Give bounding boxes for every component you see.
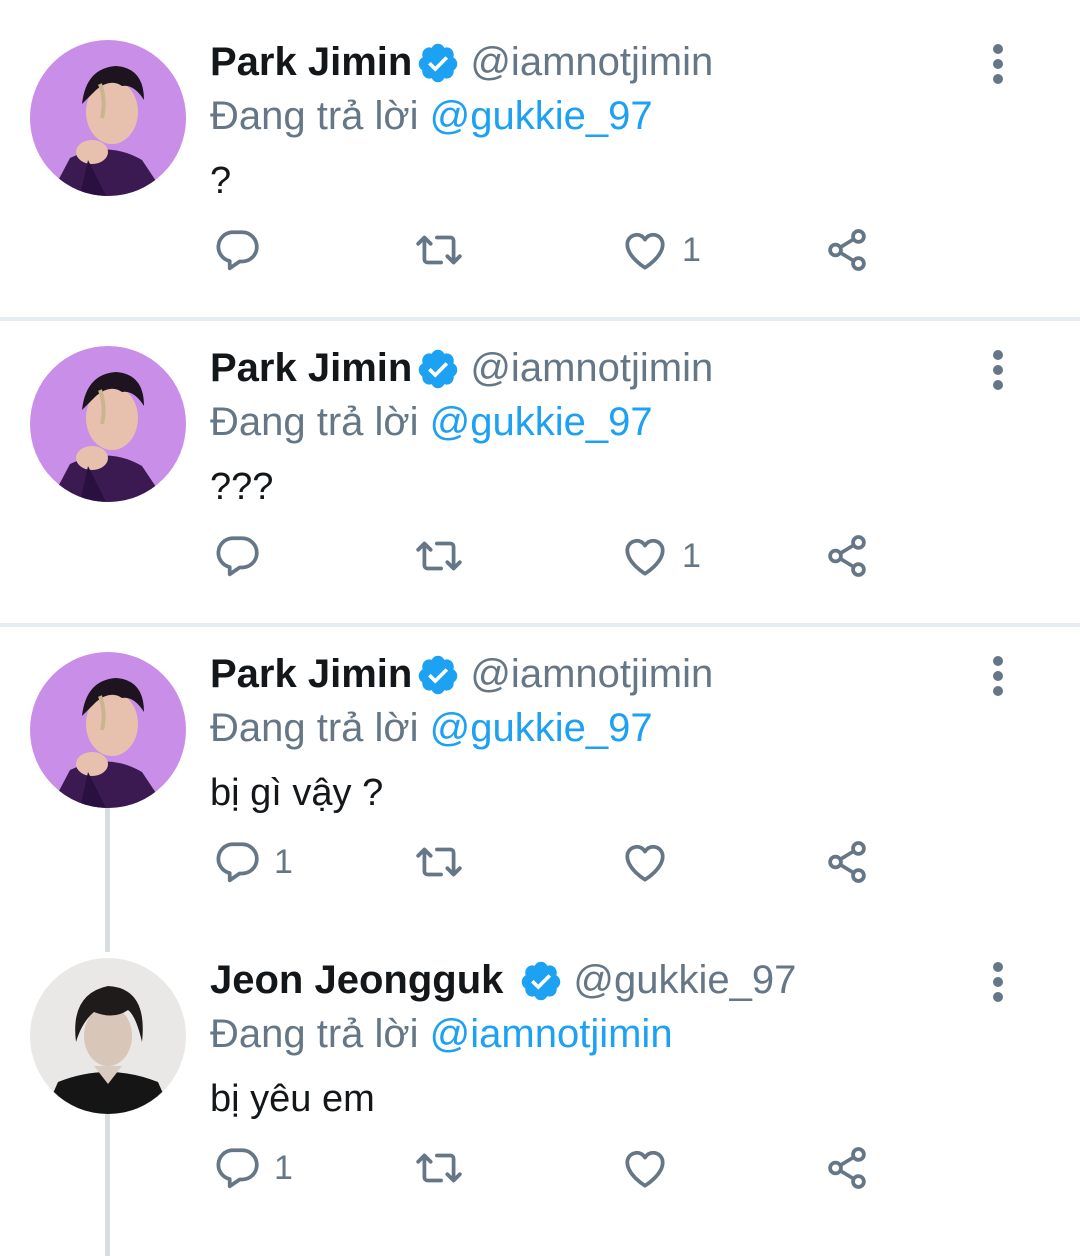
verified-badge-icon	[519, 959, 563, 1003]
verified-badge-icon	[416, 41, 460, 85]
reply-icon	[212, 531, 262, 581]
tweet[interactable]: Park Jimin @iamnotjimin Đang trả lời @guk…	[0, 612, 1080, 918]
tweet[interactable]: Jeon Jeongguk @gukkie_97 Đang trả lời @ia…	[0, 918, 1080, 1224]
tweet-header: Park Jimin @iamnotjimin	[210, 40, 713, 85]
heart-icon	[620, 531, 670, 581]
reply-count: 1	[274, 1148, 293, 1187]
retweet-button[interactable]	[414, 1140, 476, 1196]
share-button[interactable]	[822, 1140, 872, 1196]
share-button[interactable]	[822, 834, 872, 890]
heart-icon	[620, 225, 670, 275]
reply-button[interactable]: 1	[212, 834, 293, 890]
heart-icon	[620, 837, 670, 887]
retweet-button[interactable]	[414, 834, 476, 890]
tweet-header: Park Jimin @iamnotjimin	[210, 652, 713, 697]
retweet-icon	[414, 837, 464, 887]
tweet-actions: 1	[210, 834, 910, 890]
author-name[interactable]: Park Jimin	[210, 346, 412, 390]
reply-icon	[212, 225, 262, 275]
tweet-actions: 1	[210, 528, 910, 584]
share-icon	[822, 837, 872, 887]
like-button[interactable]: 1	[620, 222, 701, 278]
author-handle[interactable]: @iamnotjimin	[470, 40, 713, 84]
share-button[interactable]	[822, 222, 872, 278]
retweet-icon	[414, 225, 464, 275]
tweet-header: Park Jimin @iamnotjimin	[210, 346, 713, 391]
share-icon	[822, 225, 872, 275]
replying-to: Đang trả lời @gukkie_97	[210, 400, 653, 445]
verified-badge-icon	[416, 653, 460, 697]
author-handle[interactable]: @iamnotjimin	[470, 652, 713, 696]
verified-badge-icon	[416, 347, 460, 391]
reply-prefix: Đang trả lời	[210, 1012, 419, 1056]
avatar[interactable]	[30, 40, 186, 196]
author-name[interactable]: Park Jimin	[210, 40, 412, 84]
reply-mention-link[interactable]: @gukkie_97	[430, 400, 653, 444]
reply-prefix: Đang trả lời	[210, 400, 419, 444]
reply-button[interactable]	[212, 222, 274, 278]
reply-icon	[212, 1143, 262, 1193]
tweet-header: Jeon Jeongguk @gukkie_97	[210, 958, 796, 1003]
tweet-text: bị yêu em	[210, 1078, 375, 1120]
like-button[interactable]	[620, 1140, 682, 1196]
avatar[interactable]	[30, 958, 186, 1114]
retweet-icon	[414, 1143, 464, 1193]
reply-mention-link[interactable]: @gukkie_97	[430, 94, 653, 138]
tweet[interactable]: Park Jimin @iamnotjimin Đang trả lời @guk…	[0, 306, 1080, 623]
like-button[interactable]: 1	[620, 528, 701, 584]
like-count: 1	[682, 230, 701, 269]
reply-count: 1	[274, 842, 293, 881]
avatar[interactable]	[30, 346, 186, 502]
more-options-icon[interactable]	[978, 350, 1018, 394]
reply-button[interactable]: 1	[212, 1140, 293, 1196]
replying-to: Đang trả lời @iamnotjimin	[210, 1012, 673, 1057]
reply-prefix: Đang trả lời	[210, 706, 419, 750]
tweet-text: ?	[210, 160, 232, 202]
author-handle[interactable]: @iamnotjimin	[470, 346, 713, 390]
retweet-icon	[414, 531, 464, 581]
tweet-text: ???	[210, 466, 274, 508]
replying-to: Đang trả lời @gukkie_97	[210, 706, 653, 751]
retweet-button[interactable]	[414, 528, 476, 584]
avatar[interactable]	[30, 652, 186, 808]
more-options-icon[interactable]	[978, 656, 1018, 700]
author-handle[interactable]: @gukkie_97	[573, 958, 796, 1002]
reply-mention-link[interactable]: @gukkie_97	[430, 706, 653, 750]
tweet-actions: 1	[210, 222, 910, 278]
tweet[interactable]: Park Jimin @iamnotjimin Đang trả lời @guk…	[0, 0, 1080, 317]
tweet-text: bị gì vậy ?	[210, 772, 384, 814]
more-options-icon[interactable]	[978, 962, 1018, 1006]
like-count: 1	[682, 536, 701, 575]
heart-icon	[620, 1143, 670, 1193]
tweet-actions: 1	[210, 1140, 910, 1196]
author-name[interactable]: Jeon Jeongguk	[210, 958, 503, 1002]
more-options-icon[interactable]	[978, 44, 1018, 88]
reply-icon	[212, 837, 262, 887]
replying-to: Đang trả lời @gukkie_97	[210, 94, 653, 139]
reply-mention-link[interactable]: @iamnotjimin	[430, 1012, 673, 1056]
reply-button[interactable]	[212, 528, 274, 584]
share-icon	[822, 531, 872, 581]
share-button[interactable]	[822, 528, 872, 584]
reply-prefix: Đang trả lời	[210, 94, 419, 138]
share-icon	[822, 1143, 872, 1193]
author-name[interactable]: Park Jimin	[210, 652, 412, 696]
like-button[interactable]	[620, 834, 682, 890]
retweet-button[interactable]	[414, 222, 476, 278]
